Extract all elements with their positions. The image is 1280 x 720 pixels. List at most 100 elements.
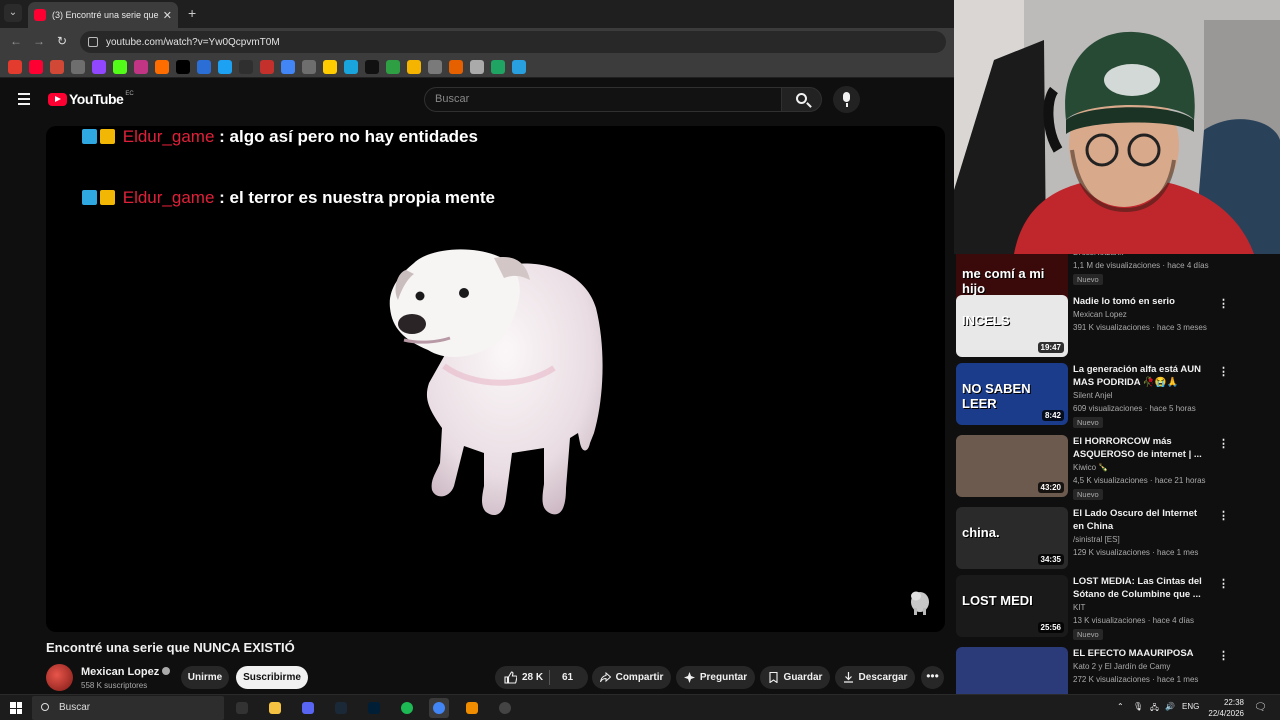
bookmark-icon[interactable] [29, 59, 43, 74]
tab-close-icon[interactable]: ✕ [163, 9, 172, 22]
bookmark-icon[interactable] [512, 59, 526, 74]
file-explorer-icon[interactable] [265, 698, 285, 718]
discord-icon[interactable] [298, 698, 318, 718]
bookmark-icon[interactable] [134, 59, 148, 74]
like-count[interactable]: 28 K [522, 672, 543, 683]
recommendation-title[interactable]: LOST MEDIA: Las Cintas del Sótano de Col… [1073, 575, 1205, 601]
more-actions-button[interactable]: ••• [921, 666, 944, 689]
bookmark-icon[interactable] [260, 59, 274, 74]
video-thumbnail[interactable]: INCELS 19:47 [956, 295, 1068, 357]
bookmark-icon[interactable] [8, 59, 22, 74]
voice-search-icon[interactable] [833, 86, 860, 113]
microphone-icon[interactable]: 🎙 [1133, 702, 1143, 711]
reload-icon[interactable]: ↻ [57, 34, 67, 48]
bookmark-icon[interactable] [449, 59, 463, 74]
fl-studio-icon[interactable] [462, 698, 482, 718]
volume-icon[interactable]: 🔊 [1165, 702, 1175, 711]
recommendation-title[interactable]: La generación alfa está AUN MAS PODRIDA … [1073, 363, 1205, 389]
video-thumbnail[interactable]: NO SABEN LEER 8:42 [956, 363, 1068, 425]
recommendation-title[interactable]: El Lado Oscuro del Internet en China [1073, 507, 1205, 533]
channel-avatar[interactable] [46, 664, 73, 691]
epic-games-icon[interactable] [232, 698, 252, 718]
address-bar[interactable]: youtube.com/watch?v=Yw0QcpvmT0M [80, 31, 946, 53]
language-indicator[interactable]: ENG [1182, 702, 1199, 711]
subscribe-button[interactable]: Suscribirme [236, 666, 308, 689]
recommendation-item[interactable]: china. 34:35 El Lado Oscuro del Internet e… [956, 507, 1276, 571]
recommendation-channel[interactable]: /sinistral [ES] [1073, 535, 1120, 544]
recommendation-item[interactable]: EL EFECTO MAAURIPOSA Kato 2 y El Jardín d… [956, 647, 1276, 694]
bookmark-icon[interactable] [281, 59, 295, 74]
bookmark-icon[interactable] [407, 59, 421, 74]
like-icon[interactable] [504, 671, 517, 684]
recommendation-channel[interactable]: KIT [1073, 603, 1085, 612]
notifications-icon[interactable]: 🗨 [1254, 702, 1267, 713]
more-options-icon[interactable]: ⋮ [1218, 365, 1229, 378]
share-button[interactable]: Compartir [592, 666, 671, 689]
recommendation-item[interactable]: 43:20 El HORRORCOW más ASQUEROSO de inter… [956, 435, 1276, 500]
recommendation-item[interactable]: NO SABEN LEER 8:42 La generación alfa está… [956, 363, 1276, 428]
recommendation-title[interactable]: Nadie lo tomó en serio [1073, 295, 1205, 308]
recommendation-channel[interactable]: Kiwico 🍾 [1073, 463, 1108, 472]
dislike-button[interactable]: 61 [562, 672, 573, 683]
steam-icon[interactable] [331, 698, 351, 718]
recommendation-channel[interactable]: Silent Anjel [1073, 391, 1113, 400]
recommendation-title[interactable]: EL EFECTO MAAURIPOSA [1073, 647, 1205, 660]
youtube-logo[interactable]: YouTube EC [48, 91, 134, 107]
bookmark-icon[interactable] [386, 59, 400, 74]
bookmark-icon[interactable] [365, 59, 379, 74]
more-options-icon[interactable]: ⋮ [1218, 577, 1229, 590]
video-thumbnail[interactable]: 43:20 [956, 435, 1068, 497]
taskbar-search-input[interactable]: Buscar [32, 696, 224, 720]
bookmark-icon[interactable] [218, 59, 232, 74]
video-thumbnail[interactable] [956, 647, 1068, 694]
bookmark-icon[interactable] [344, 59, 358, 74]
bookmark-icon[interactable] [491, 59, 505, 74]
bookmark-icon[interactable] [176, 59, 190, 74]
clock[interactable]: 22:38 22/4/2026 [1198, 697, 1244, 719]
bookmark-icon[interactable] [470, 59, 484, 74]
bookmark-icon[interactable] [155, 59, 169, 74]
tab-search-button[interactable]: ⌄ [4, 4, 22, 22]
spotify-icon[interactable] [397, 698, 417, 718]
forward-arrow-icon[interactable]: → [33, 34, 45, 48]
network-icon[interactable]: 🖧 [1150, 702, 1159, 716]
bookmark-icon[interactable] [323, 59, 337, 74]
more-options-icon[interactable]: ⋮ [1218, 509, 1229, 522]
ask-button[interactable]: Preguntar [676, 666, 755, 689]
search-input[interactable]: Buscar [424, 87, 782, 112]
recommendation-item[interactable]: LOST MEDI 25:56 LOST MEDIA: Las Cintas del… [956, 575, 1276, 640]
menu-icon[interactable] [18, 93, 30, 108]
back-arrow-icon[interactable]: ← [10, 34, 22, 48]
bookmark-icon[interactable] [71, 59, 85, 74]
save-button[interactable]: Guardar [760, 666, 830, 689]
obs-icon[interactable] [495, 698, 515, 718]
photoshop-icon[interactable] [364, 698, 384, 718]
search-button[interactable] [781, 87, 822, 112]
recommendation-item[interactable]: INCELS 19:47 Nadie lo tomó en serio Mexican… [956, 295, 1276, 359]
video-player[interactable]: Eldur_game : algo así pero no hay entida… [46, 126, 945, 632]
bookmark-icon[interactable] [197, 59, 211, 74]
channel-watermark-icon[interactable] [909, 588, 931, 616]
new-tab-button[interactable]: + [188, 5, 196, 21]
more-options-icon[interactable]: ⋮ [1218, 649, 1229, 662]
recommendation-channel[interactable]: DrossRotzank [1073, 254, 1123, 257]
site-info-icon[interactable] [88, 37, 98, 47]
more-options-icon[interactable]: ⋮ [1218, 437, 1229, 450]
bookmark-icon[interactable] [92, 59, 106, 74]
windows-start-icon[interactable] [10, 702, 22, 714]
download-button[interactable]: Descargar [835, 666, 915, 689]
bookmark-icon[interactable] [428, 59, 442, 74]
bookmark-icon[interactable] [302, 59, 316, 74]
bookmark-icon[interactable] [50, 59, 64, 74]
recommendation-channel[interactable]: Kato 2 y El Jardín de Camy [1073, 662, 1170, 671]
video-thumbnail[interactable]: china. 34:35 [956, 507, 1068, 569]
bookmark-icon[interactable] [113, 59, 127, 74]
recommendation-title[interactable]: El HORRORCOW más ASQUEROSO de internet |… [1073, 435, 1205, 461]
bookmark-icon[interactable] [239, 59, 253, 74]
chrome-icon[interactable] [429, 698, 449, 718]
tray-chevron-icon[interactable]: ⌃ [1117, 702, 1124, 711]
browser-tab-active[interactable]: (3) Encontré una serie que NUNCA EXISTIÓ… [28, 2, 178, 28]
channel-name-link[interactable]: Mexican Lopez [81, 666, 171, 678]
more-options-icon[interactable]: ⋮ [1218, 297, 1229, 310]
video-thumbnail[interactable]: LOST MEDI 25:56 [956, 575, 1068, 637]
